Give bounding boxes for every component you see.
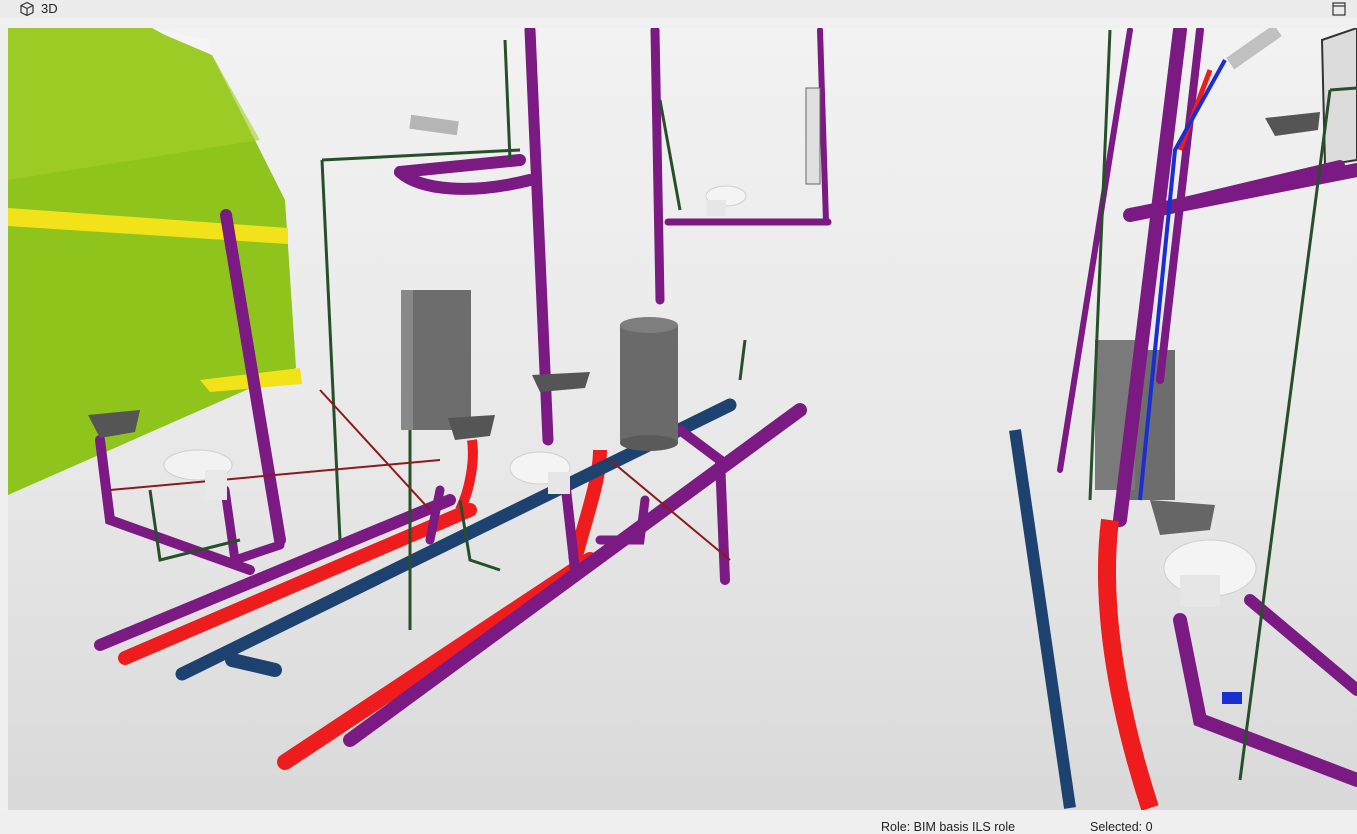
model-scene[interactable] [8,28,1357,810]
washbasin-back[interactable] [532,372,590,392]
3d-viewport[interactable] [8,28,1357,810]
wall-panel-mid[interactable] [805,87,821,185]
toilet-right[interactable] [1163,539,1257,607]
view-title: 3D [41,1,58,16]
toilet-left[interactable] [163,449,233,500]
boiler-unit-center[interactable] [620,317,678,451]
status-bar: Role: BIM basis ILS role Selected: 0 [0,810,1357,834]
toilet-center[interactable] [509,451,571,494]
boiler-left-highlight [401,290,413,430]
toilet-upper[interactable] [705,185,747,216]
washbasin-upper-right[interactable] [1265,112,1320,136]
radiator-top-right[interactable] [1226,28,1282,70]
washbasin-right[interactable] [1150,500,1215,535]
wall-panel-right[interactable] [1320,28,1357,167]
radiator-top-left[interactable] [409,114,459,136]
cube-icon [20,1,34,17]
maximize-icon[interactable] [1330,0,1348,18]
window-titlebar: 3D [0,0,1357,18]
washbasin-center[interactable] [448,415,495,440]
